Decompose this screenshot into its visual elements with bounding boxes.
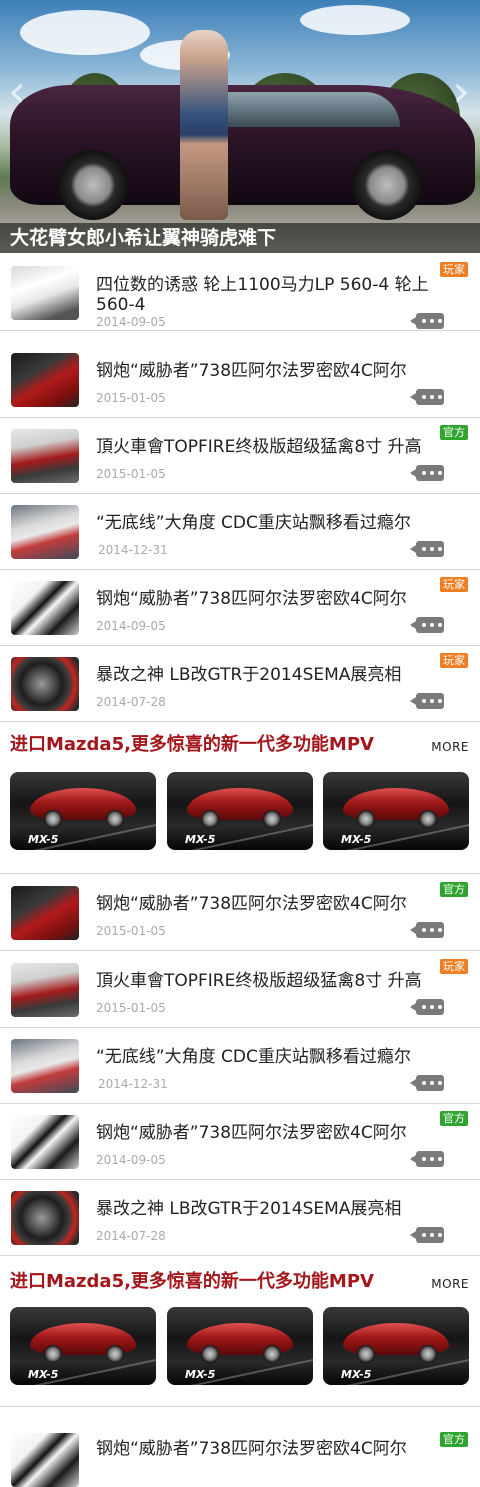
news-title[interactable]: 暴改之神 LB改GTR于2014SEMA展亮相 [96, 665, 446, 685]
comment-icon[interactable] [410, 617, 444, 633]
more-link[interactable]: MORE [431, 1277, 469, 1291]
promo-card[interactable]: MX-5 [323, 772, 469, 850]
news-thumbnail [11, 429, 79, 483]
comment-icon[interactable] [410, 1075, 444, 1091]
comment-icon[interactable] [410, 999, 444, 1015]
news-thumbnail [11, 581, 79, 635]
news-title[interactable]: 钢炮“威胁者”738匹阿尔法罗密欧4C阿尔 [96, 1439, 446, 1459]
badge-official: 官方 [440, 882, 468, 897]
news-row[interactable]: 頂火車會TOPFIRE终极版超级猛禽8寸 升高 2015-01-05 玩家 [0, 951, 480, 1028]
more-link[interactable]: MORE [431, 740, 469, 754]
news-date: 2014-07-28 [96, 695, 166, 709]
news-title[interactable]: 钢炮“威胁者”738匹阿尔法罗密欧4C阿尔 [96, 1123, 446, 1143]
news-thumbnail [11, 1115, 79, 1169]
hero-car-wheel [352, 150, 422, 220]
news-row[interactable]: “无底线”大角度 CDC重庆站飘移看过瘾尔 2014-12-31 [0, 493, 480, 570]
badge-player: 玩家 [440, 959, 468, 974]
news-date: 2014-12-31 [98, 543, 168, 557]
section-title[interactable]: 进口Mazda5,更多惊喜的新一代多功能MPV [10, 1270, 374, 1294]
promo-card[interactable]: MX-5 [10, 772, 156, 850]
news-thumbnail [11, 657, 79, 711]
news-title[interactable]: “无底线”大角度 CDC重庆站飘移看过瘾尔 [96, 1047, 446, 1067]
news-date: 2014-12-31 [98, 1077, 168, 1091]
news-row[interactable]: 钢炮“威胁者”738匹阿尔法罗密欧4C阿尔 2014-09-05 玩家 [0, 569, 480, 646]
news-title[interactable]: 頂火車會TOPFIRE终极版超级猛禽8寸 升高 [96, 437, 446, 457]
comment-icon[interactable] [410, 541, 444, 557]
chevron-left-icon[interactable]: ‹ [8, 70, 26, 114]
promo-card[interactable]: MX-5 [167, 772, 313, 850]
hero-caption[interactable]: 大花臂女郎小希让翼神骑虎难下 [10, 225, 276, 251]
hero-model-person [180, 30, 228, 220]
news-title[interactable]: 钢炮“威胁者”738匹阿尔法罗密欧4C阿尔 [96, 894, 446, 914]
news-title[interactable]: 钢炮“威胁者”738匹阿尔法罗密欧4C阿尔 [96, 361, 446, 381]
card-model-label: MX-5 [341, 833, 372, 846]
card-model-label: MX-5 [185, 1368, 216, 1381]
badge-player: 玩家 [440, 262, 468, 277]
news-row[interactable]: 钢炮“威胁者”738匹阿尔法罗密欧4C阿尔 2015-01-05 [0, 341, 480, 418]
badge-player: 玩家 [440, 653, 468, 668]
card-model-label: MX-5 [28, 1368, 59, 1381]
news-date: 2015-01-05 [96, 924, 166, 938]
news-row[interactable]: 暴改之神 LB改GTR于2014SEMA展亮相 2014-07-28 [0, 1179, 480, 1256]
news-title[interactable]: 四位数的诱惑 轮上1100马力LP 560-4 轮上560-4 [96, 275, 448, 315]
news-thumbnail [11, 886, 79, 940]
news-row[interactable]: 四位数的诱惑 轮上1100马力LP 560-4 轮上560-4 2014-09-… [0, 254, 480, 331]
news-row[interactable]: 頂火車會TOPFIRE终极版超级猛禽8寸 升高 2015-01-05 官方 [0, 417, 480, 494]
promo-card[interactable]: MX-5 [167, 1307, 313, 1385]
news-thumbnail [11, 505, 79, 559]
comment-icon[interactable] [410, 922, 444, 938]
badge-official: 官方 [440, 1432, 468, 1447]
news-row[interactable]: 钢炮“威胁者”738匹阿尔法罗密欧4C阿尔 2015-01-05 官方 [0, 874, 480, 951]
news-row[interactable]: 暴改之神 LB改GTR于2014SEMA展亮相 2014-07-28 玩家 [0, 645, 480, 722]
news-row[interactable]: 钢炮“威胁者”738匹阿尔法罗密欧4C阿尔 2014-09-05 官方 [0, 1103, 480, 1180]
comment-icon[interactable] [410, 1151, 444, 1167]
news-title[interactable]: 暴改之神 LB改GTR于2014SEMA展亮相 [96, 1199, 446, 1219]
promo-card[interactable]: MX-5 [10, 1307, 156, 1385]
news-date: 2015-01-05 [96, 391, 166, 405]
promo-card[interactable]: MX-5 [323, 1307, 469, 1385]
badge-official: 官方 [440, 1111, 468, 1126]
comment-icon[interactable] [410, 465, 444, 481]
card-model-label: MX-5 [28, 833, 59, 846]
news-thumbnail [11, 353, 79, 407]
news-date: 2014-07-28 [96, 1229, 166, 1243]
cloud [20, 10, 150, 55]
card-model-label: MX-5 [341, 1368, 372, 1381]
news-title[interactable]: “无底线”大角度 CDC重庆站飘移看过瘾尔 [96, 513, 446, 533]
news-date: 2014-09-05 [96, 1153, 166, 1167]
news-date: 2015-01-05 [96, 467, 166, 481]
news-thumbnail [11, 266, 79, 320]
news-date: 2015-01-05 [96, 1001, 166, 1015]
badge-official: 官方 [440, 425, 468, 440]
news-title[interactable]: 頂火車會TOPFIRE终极版超级猛禽8寸 升高 [96, 971, 446, 991]
news-thumbnail [11, 1191, 79, 1245]
news-row[interactable]: 钢炮“威胁者”738匹阿尔法罗密欧4C阿尔 官方 [0, 1407, 480, 1487]
comment-icon[interactable] [410, 693, 444, 709]
news-thumbnail [11, 1039, 79, 1093]
news-row[interactable]: “无底线”大角度 CDC重庆站飘移看过瘾尔 2014-12-31 [0, 1027, 480, 1104]
chevron-right-icon[interactable]: › [452, 70, 470, 114]
comment-icon[interactable] [410, 389, 444, 405]
news-date: 2014-09-05 [96, 315, 166, 329]
news-thumbnail [11, 1433, 79, 1487]
cloud [300, 5, 410, 35]
hero-car-window [200, 92, 400, 127]
news-date: 2014-09-05 [96, 619, 166, 633]
comment-icon[interactable] [410, 313, 444, 329]
hero-car-wheel [58, 150, 128, 220]
card-model-label: MX-5 [185, 833, 216, 846]
hero-banner[interactable]: ‹ › 大花臂女郎小希让翼神骑虎难下 [0, 0, 480, 253]
section-title[interactable]: 进口Mazda5,更多惊喜的新一代多功能MPV [10, 733, 374, 757]
news-title[interactable]: 钢炮“威胁者”738匹阿尔法罗密欧4C阿尔 [96, 589, 446, 609]
badge-player: 玩家 [440, 577, 468, 592]
news-thumbnail [11, 963, 79, 1017]
comment-icon[interactable] [410, 1227, 444, 1243]
